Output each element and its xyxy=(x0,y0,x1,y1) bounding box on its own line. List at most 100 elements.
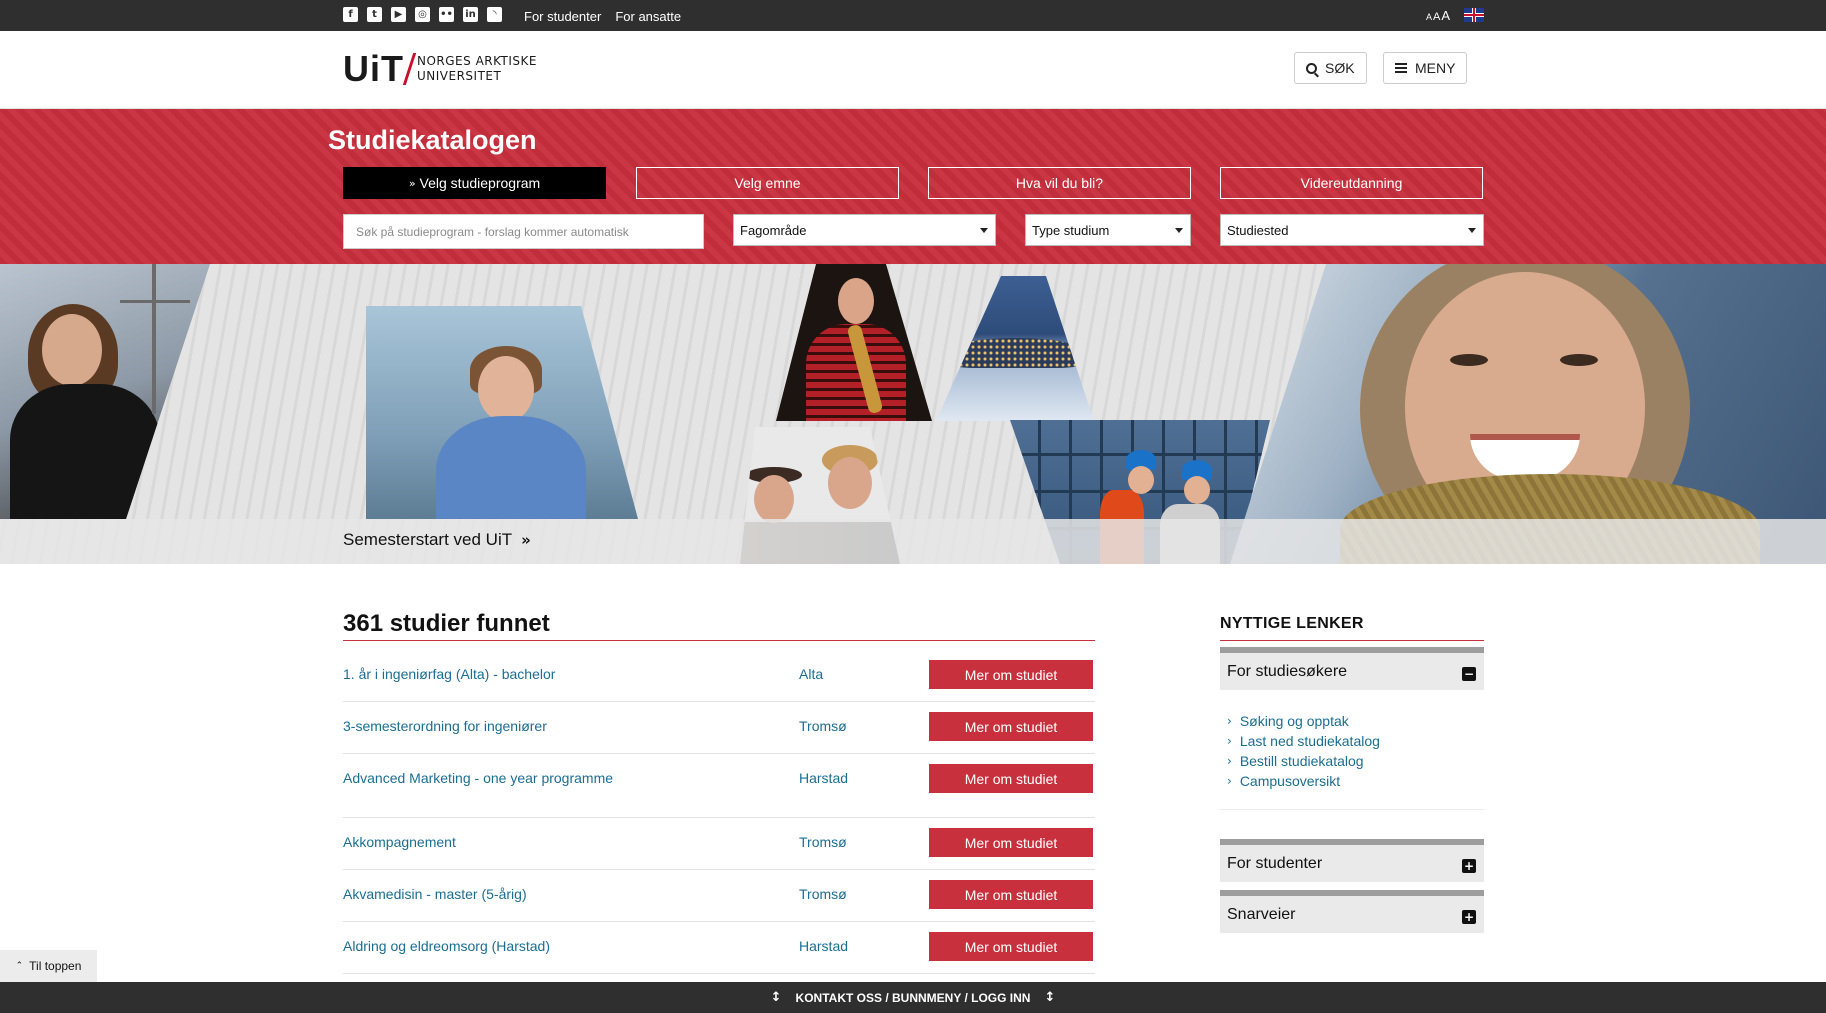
table-row: Advanced Marketing - one year programme … xyxy=(343,754,1095,818)
hero-photo-city xyxy=(936,276,1094,421)
caret-down-icon xyxy=(1175,228,1183,233)
linkedin-icon[interactable]: in xyxy=(463,7,478,22)
double-chevron-up-icon: ⌃ xyxy=(15,961,24,971)
caret-down-icon xyxy=(980,228,988,233)
logo-name: NORGES ARKTISKE UNIVERSITET xyxy=(417,54,537,84)
mer-om-studiet-button[interactable]: Mer om studiet xyxy=(929,880,1093,909)
study-link[interactable]: 1. år i ingeniørfag (Alta) - bachelor xyxy=(343,650,555,698)
rss-icon[interactable]: ◝ xyxy=(487,7,502,22)
font-size-large[interactable]: A xyxy=(1441,8,1450,23)
hero-caption-bar xyxy=(0,519,1826,564)
study-place-link[interactable]: Tromsø xyxy=(799,818,847,866)
search-button-label: SØK xyxy=(1325,60,1355,76)
study-place-link[interactable]: Harstad xyxy=(799,922,848,970)
hero-caption-link[interactable]: Semesterstart ved UiT » xyxy=(343,530,531,550)
hero-photo-nurse xyxy=(366,306,638,519)
instagram-icon[interactable]: ◎ xyxy=(415,7,430,22)
mer-om-studiet-button[interactable]: Mer om studiet xyxy=(929,932,1093,961)
mer-om-studiet-button[interactable]: Mer om studiet xyxy=(929,828,1093,857)
accordion-label: For studiesøkere xyxy=(1227,663,1348,680)
search-button[interactable]: SØK xyxy=(1294,52,1367,84)
collapse-icon[interactable]: − xyxy=(1462,667,1476,681)
font-size-medium[interactable]: A xyxy=(1433,11,1440,23)
facebook-icon[interactable]: f xyxy=(343,7,358,22)
mer-om-studiet-button[interactable]: Mer om studiet xyxy=(929,764,1093,793)
accordion-label: Snarveier xyxy=(1227,906,1296,923)
select-value: Studiested xyxy=(1227,222,1289,238)
mer-om-studiet-button[interactable]: Mer om studiet xyxy=(929,712,1093,741)
chevron-right-icon: › xyxy=(1227,714,1232,728)
search-icon xyxy=(1306,62,1317,74)
accordion-for-studenter[interactable]: For studenter + xyxy=(1220,839,1484,882)
expand-arrows-icon: ↕ xyxy=(770,990,782,1005)
menu-button[interactable]: MENY xyxy=(1383,52,1468,84)
hero-photo-saxophonist xyxy=(776,264,932,421)
program-search-input[interactable] xyxy=(343,214,704,249)
study-link[interactable]: Akkompagnement xyxy=(343,818,456,866)
type-studium-select[interactable]: Type studium xyxy=(1025,214,1191,246)
study-place-link[interactable]: Alta xyxy=(799,650,823,698)
youtube-icon[interactable]: ▶ xyxy=(391,7,406,22)
font-size-control[interactable]: A A A xyxy=(1426,8,1450,23)
footer-bar-label: KONTAKT OSS / BUNNMENY / LOGG INN xyxy=(795,990,1031,1005)
study-link[interactable]: Advanced Marketing - one year programme xyxy=(343,754,613,802)
table-row: Akvamedisin - master (5-årig) Tromsø Mer… xyxy=(343,870,1095,922)
tab-hva-vil-du-bli[interactable]: Hva vil du bli? xyxy=(928,167,1191,199)
uit-logo[interactable]: UiT NORGES ARKTISKE UNIVERSITET xyxy=(343,51,537,87)
study-link[interactable]: Aldring og eldreomsorg (Harstad) xyxy=(343,922,550,970)
study-link[interactable]: Akvamedisin - master (5-årig) xyxy=(343,870,527,918)
for-studenter-link[interactable]: For studenter xyxy=(524,9,601,24)
expand-icon[interactable]: + xyxy=(1462,859,1476,873)
logo-line1: NORGES ARKTISKE xyxy=(417,54,537,68)
results-divider xyxy=(343,640,1095,641)
accordion-label: For studenter xyxy=(1227,855,1323,872)
caret-down-icon xyxy=(1468,228,1476,233)
link-soking-og-opptak[interactable]: › Søking og opptak xyxy=(1227,713,1349,729)
for-ansatte-link[interactable]: For ansatte xyxy=(615,9,681,24)
tab-videreutdanning[interactable]: Videreutdanning xyxy=(1220,167,1483,199)
tab-label: Velg studieprogram xyxy=(419,175,541,191)
accordion-for-studiesokere[interactable]: For studiesøkere − xyxy=(1220,647,1484,690)
uk-flag-icon[interactable] xyxy=(1464,8,1484,22)
study-place-link[interactable]: Tromsø xyxy=(799,702,847,750)
hero-banner[interactable]: Semesterstart ved UiT » xyxy=(0,264,1826,564)
accordion-snarveier[interactable]: Snarveier + xyxy=(1220,890,1484,933)
logo-line2: UNIVERSITET xyxy=(417,69,502,83)
hero-photo-crane xyxy=(100,264,220,464)
back-to-top-label: Til toppen xyxy=(29,959,82,973)
fagomrade-select[interactable]: Fagområde xyxy=(733,214,996,246)
table-row: 1. år i ingeniørfag (Alta) - bachelor Al… xyxy=(343,650,1095,702)
link-last-ned-studiekatalog[interactable]: › Last ned studiekatalog xyxy=(1227,733,1380,749)
catalog-band: Studiekatalogen » Velg studieprogram Vel… xyxy=(0,109,1826,264)
tab-label: Velg emne xyxy=(734,175,801,191)
expand-arrows-icon: ↕ xyxy=(1044,990,1056,1005)
mer-om-studiet-button[interactable]: Mer om studiet xyxy=(929,660,1093,689)
chevron-right-icon: › xyxy=(1227,774,1232,788)
top-links: For studenter For ansatte xyxy=(524,9,681,24)
social-links: f t ▶ ◎ •• in ◝ xyxy=(343,7,502,22)
study-place-link[interactable]: Tromsø xyxy=(799,870,847,918)
study-link[interactable]: 3-semesterordning for ingeniører xyxy=(343,702,547,750)
tab-velg-studieprogram[interactable]: » Velg studieprogram xyxy=(343,167,606,199)
sidebar-divider xyxy=(1220,640,1484,641)
table-row: Aldring og eldreomsorg (Harstad) Harstad… xyxy=(343,922,1095,974)
study-place-link[interactable]: Harstad xyxy=(799,754,848,802)
link-bestill-studiekatalog[interactable]: › Bestill studiekatalog xyxy=(1227,753,1364,769)
link-label: Bestill studiekatalog xyxy=(1239,753,1364,769)
flickr-icon[interactable]: •• xyxy=(439,7,454,22)
link-campusoversikt[interactable]: › Campusoversikt xyxy=(1227,773,1340,789)
site-header: UiT NORGES ARKTISKE UNIVERSITET SØK MENY xyxy=(0,31,1826,109)
tab-label: Videreutdanning xyxy=(1300,175,1403,191)
logo-short: UiT xyxy=(343,48,404,89)
twitter-icon[interactable]: t xyxy=(367,7,382,22)
useful-links-heading: NYTTIGE LENKER xyxy=(1220,615,1364,632)
tab-velg-emne[interactable]: Velg emne xyxy=(636,167,899,199)
back-to-top-button[interactable]: ⌃ Til toppen xyxy=(0,950,97,982)
font-size-small[interactable]: A xyxy=(1426,12,1432,22)
results-count-heading: 361 studier funnet xyxy=(343,610,550,637)
footer-bar[interactable]: ↕ KONTAKT OSS / BUNNMENY / LOGG INN ↕ xyxy=(0,982,1826,1013)
link-label: Campusoversikt xyxy=(1239,773,1341,789)
studiested-select[interactable]: Studiested xyxy=(1220,214,1484,246)
link-label: Last ned studiekatalog xyxy=(1239,733,1380,749)
expand-icon[interactable]: + xyxy=(1462,910,1476,924)
